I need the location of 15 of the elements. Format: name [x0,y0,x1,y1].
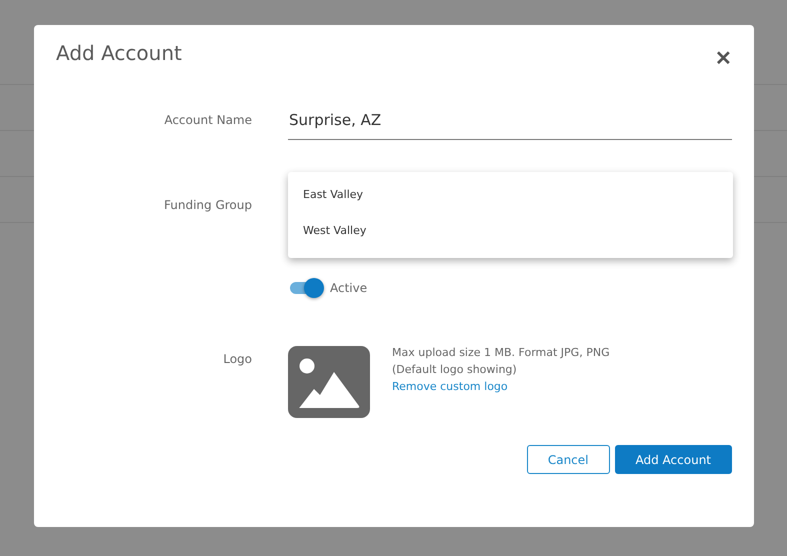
field-label: Account Name [164,112,252,129]
field-label: Funding Group [164,198,252,214]
remove-logo-link[interactable]: Remove custom logo [392,380,610,393]
cancel-button[interactable]: Cancel [526,445,610,474]
image-placeholder-icon[interactable] [288,346,370,418]
dropdown-option[interactable]: East Valley [288,188,733,224]
close-button[interactable]: ✕ [715,49,732,69]
field-label: Logo [223,352,252,368]
dialog-title: Add Account [56,41,182,65]
toggle-switch[interactable] [288,278,324,298]
logo-status: (Default logo showing) [392,363,518,376]
dropdown-option[interactable]: West Valley [288,224,733,260]
toggle-label: Active [330,281,368,295]
upload-hint: Max upload size 1 MB. Format JPG, PNG [392,346,610,359]
add-account-button[interactable]: Add Account [614,445,732,474]
